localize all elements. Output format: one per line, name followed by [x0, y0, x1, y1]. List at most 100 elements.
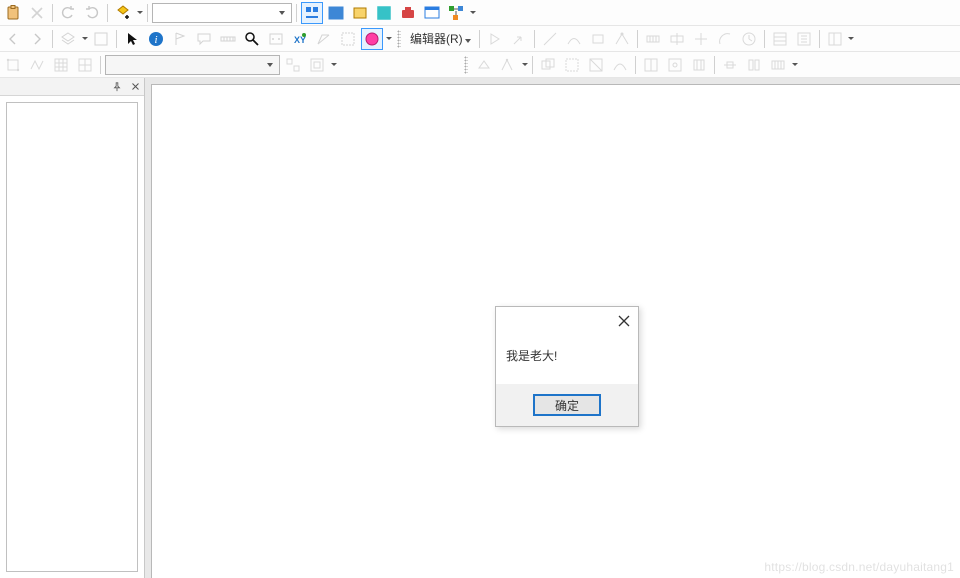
- extend-icon[interactable]: [666, 28, 688, 50]
- separator: [534, 30, 535, 48]
- side-panel: [0, 78, 145, 578]
- paste-icon[interactable]: [2, 2, 24, 24]
- editor-menu[interactable]: 编辑器(R): [406, 28, 475, 50]
- topo4-icon[interactable]: [561, 54, 583, 76]
- separator: [635, 56, 636, 74]
- attr-table-icon[interactable]: [769, 28, 791, 50]
- topo5-icon[interactable]: [585, 54, 607, 76]
- info-icon[interactable]: i: [145, 28, 167, 50]
- model-builder-icon[interactable]: [445, 2, 467, 24]
- toolbar-row-1: [0, 0, 960, 26]
- topo6-icon[interactable]: [609, 54, 631, 76]
- topo1-icon[interactable]: [473, 54, 495, 76]
- layers-icon[interactable]: [57, 28, 79, 50]
- measure-icon[interactable]: [313, 28, 335, 50]
- add-data-dropdown[interactable]: [136, 2, 143, 24]
- side-panel-body: [6, 102, 138, 572]
- box-icon[interactable]: [265, 28, 287, 50]
- toc-icon[interactable]: [90, 28, 112, 50]
- dialog-footer: 确定: [496, 384, 638, 426]
- pointer-icon[interactable]: [121, 28, 143, 50]
- task1-icon[interactable]: [282, 54, 304, 76]
- topo11-icon[interactable]: [743, 54, 765, 76]
- undo-icon[interactable]: [57, 2, 79, 24]
- separator: [714, 56, 715, 74]
- topo7-icon[interactable]: [640, 54, 662, 76]
- side-panel-header: [0, 78, 144, 96]
- separator: [479, 30, 480, 48]
- ok-button[interactable]: 确定: [533, 394, 601, 416]
- snap1-icon[interactable]: [2, 54, 24, 76]
- chevron-down-icon: [263, 56, 277, 74]
- topo12-icon[interactable]: [767, 54, 789, 76]
- separator: [100, 56, 101, 74]
- find-icon[interactable]: [241, 28, 263, 50]
- separator: [147, 4, 148, 22]
- delete-icon[interactable]: [26, 2, 48, 24]
- properties-icon[interactable]: [824, 28, 846, 50]
- rotate-icon[interactable]: [690, 28, 712, 50]
- xy-icon[interactable]: XY: [289, 28, 311, 50]
- separator: [296, 4, 297, 22]
- dialog-message: 我是老大!: [496, 335, 638, 384]
- line-icon[interactable]: [539, 28, 561, 50]
- rect-tool-icon[interactable]: [587, 28, 609, 50]
- select-dropdown[interactable]: [385, 28, 392, 50]
- arc-icon[interactable]: [714, 28, 736, 50]
- overflow-dropdown[interactable]: [791, 54, 798, 76]
- topo10-icon[interactable]: [719, 54, 741, 76]
- back-icon[interactable]: [2, 28, 24, 50]
- edit-play-icon[interactable]: [484, 28, 506, 50]
- search-window-icon[interactable]: [373, 2, 395, 24]
- separator: [819, 30, 820, 48]
- scale-combo[interactable]: [152, 3, 292, 23]
- flag-icon[interactable]: [169, 28, 191, 50]
- cut-icon[interactable]: [642, 28, 664, 50]
- separator: [532, 56, 533, 74]
- dialog-close-icon[interactable]: [616, 313, 632, 329]
- dialog-titlebar[interactable]: [496, 307, 638, 335]
- topo8-icon[interactable]: [664, 54, 686, 76]
- task2-icon[interactable]: [306, 54, 328, 76]
- topo3-icon[interactable]: [537, 54, 559, 76]
- attr-form-icon[interactable]: [793, 28, 815, 50]
- layer-combo[interactable]: [105, 55, 280, 75]
- editor-toolbar-icon[interactable]: [301, 2, 323, 24]
- python-window-icon[interactable]: [421, 2, 443, 24]
- forward-icon[interactable]: [26, 28, 48, 50]
- editor-menu-label: 编辑器(R): [410, 30, 463, 47]
- ruler-icon[interactable]: [217, 28, 239, 50]
- curve-icon[interactable]: [563, 28, 585, 50]
- add-data-icon[interactable]: [112, 2, 134, 24]
- vertex-icon[interactable]: [611, 28, 633, 50]
- overflow-dropdown[interactable]: [848, 28, 855, 50]
- redo-icon[interactable]: [81, 2, 103, 24]
- catalog-icon[interactable]: [349, 2, 371, 24]
- select-circle-icon[interactable]: [361, 28, 383, 50]
- toolbar-row-2: i XY 编辑器(R): [0, 26, 960, 52]
- edit-arrow-icon[interactable]: [508, 28, 530, 50]
- pin-icon[interactable]: [110, 80, 124, 94]
- separator: [52, 4, 53, 22]
- close-icon[interactable]: [128, 80, 142, 94]
- topo9-icon[interactable]: [688, 54, 710, 76]
- topo-dropdown[interactable]: [521, 54, 528, 76]
- select-rect-icon[interactable]: [337, 28, 359, 50]
- layers-dropdown[interactable]: [81, 28, 88, 50]
- toolbar-grip[interactable]: [464, 56, 468, 74]
- overflow-dropdown[interactable]: [469, 2, 476, 24]
- overflow-dropdown[interactable]: [330, 54, 337, 76]
- workspace: [0, 78, 960, 578]
- bubble-icon[interactable]: [193, 28, 215, 50]
- grid2-icon[interactable]: [74, 54, 96, 76]
- toolbar-grip[interactable]: [397, 30, 401, 48]
- clock-icon[interactable]: [738, 28, 760, 50]
- list-window-icon[interactable]: [325, 2, 347, 24]
- grid1-icon[interactable]: [50, 54, 72, 76]
- separator: [764, 30, 765, 48]
- topo2-icon[interactable]: [497, 54, 519, 76]
- separator: [116, 30, 117, 48]
- snap2-icon[interactable]: [26, 54, 48, 76]
- toolbox-red-icon[interactable]: [397, 2, 419, 24]
- chevron-down-icon: [465, 32, 471, 46]
